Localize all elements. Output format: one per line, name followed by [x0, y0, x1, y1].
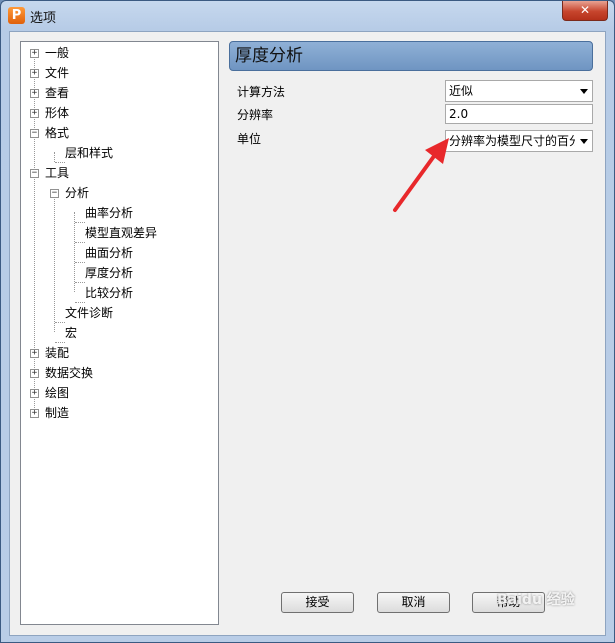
tree-item-label: 文件诊断	[65, 306, 114, 320]
options-dialog: P 选项 ✕ + 一般 + 文件 + 查看 + 形体 − 格式 层和样式 − 工…	[0, 0, 615, 643]
tree-line	[54, 192, 55, 332]
tree-line	[75, 222, 85, 223]
tree-item-label: 形体	[45, 106, 70, 120]
annotation-arrow-icon	[393, 138, 449, 212]
expand-icon[interactable]: +	[30, 89, 39, 98]
tree-item-label: 制造	[45, 406, 70, 420]
tree-item-label: 厚度分析	[85, 266, 134, 280]
unit-label: 单位	[237, 132, 262, 146]
app-logo-icon: P	[8, 7, 25, 24]
tree-item-macro[interactable]: 宏	[65, 323, 77, 343]
tree-line	[34, 52, 35, 412]
tree-line	[74, 212, 75, 292]
unit-value: 分辨率为模型尺寸的百分比	[449, 134, 575, 148]
tree-item-label: 曲面分析	[85, 246, 134, 260]
tree-item-layers-styles[interactable]: 层和样式	[65, 143, 113, 163]
tree-line	[54, 152, 55, 162]
window-title: 选项	[30, 11, 57, 26]
tree-line	[75, 262, 85, 263]
tree-item-label: 格式	[45, 126, 70, 140]
tree-item-label: 文件	[45, 66, 70, 80]
tree-item-file-diagnostics[interactable]: 文件诊断	[65, 303, 113, 323]
accept-button[interactable]: 接受	[281, 592, 354, 613]
tree-item-label: 一般	[45, 46, 70, 60]
expand-icon[interactable]: +	[30, 69, 39, 78]
collapse-icon[interactable]: −	[30, 129, 39, 138]
chevron-down-icon	[580, 139, 588, 144]
tree-item-label: 比较分析	[85, 286, 134, 300]
title-bar[interactable]: P 选项 ✕	[1, 1, 614, 31]
resolution-label: 分辨率	[237, 108, 274, 122]
tree-item-curvature[interactable]: 曲率分析	[85, 203, 133, 223]
tree-item-label: 模型直观差异	[85, 226, 158, 240]
tree-item-surface[interactable]: 曲面分析	[85, 243, 133, 263]
expand-icon[interactable]: +	[30, 49, 39, 58]
tree-item-model-diff[interactable]: 模型直观差异	[85, 223, 157, 243]
tree-line	[75, 242, 85, 243]
tree-item-label: 绘图	[45, 386, 70, 400]
tree-item-label: 装配	[45, 346, 70, 360]
cancel-button[interactable]: 取消	[377, 592, 450, 613]
expand-icon[interactable]: +	[30, 369, 39, 378]
expand-icon[interactable]: +	[30, 409, 39, 418]
expand-icon[interactable]: +	[30, 389, 39, 398]
unit-dropdown[interactable]: 分辨率为模型尺寸的百分比	[445, 130, 593, 152]
tree-line	[75, 282, 85, 283]
close-button[interactable]: ✕	[562, 1, 608, 21]
tree-item-label: 宏	[65, 326, 78, 340]
chevron-down-icon	[580, 89, 588, 94]
panel-title: 厚度分析	[229, 41, 593, 71]
dialog-body: + 一般 + 文件 + 查看 + 形体 − 格式 层和样式 − 工具 − 分析	[9, 31, 606, 636]
tree-item-label: 分析	[65, 186, 90, 200]
method-value: 近似	[449, 84, 474, 98]
method-dropdown[interactable]: 近似	[445, 80, 593, 102]
watermark: Baidu 经验	[497, 592, 575, 608]
collapse-icon[interactable]: −	[50, 189, 59, 198]
resolution-input[interactable]: 2.0	[445, 104, 593, 124]
tree-item-compare[interactable]: 比较分析	[85, 283, 133, 303]
tree-item-label: 层和样式	[65, 146, 114, 160]
tree-line	[55, 322, 65, 323]
tree-item-label: 工具	[45, 166, 70, 180]
expand-icon[interactable]: +	[30, 109, 39, 118]
tree-item-label: 曲率分析	[85, 206, 134, 220]
expand-icon[interactable]: +	[30, 349, 39, 358]
options-tree[interactable]: + 一般 + 文件 + 查看 + 形体 − 格式 层和样式 − 工具 − 分析	[20, 41, 219, 625]
tree-item-label: 查看	[45, 86, 70, 100]
tree-item-label: 数据交换	[45, 366, 94, 380]
collapse-icon[interactable]: −	[30, 169, 39, 178]
method-label: 计算方法	[237, 85, 286, 99]
tree-item-thickness[interactable]: 厚度分析	[85, 263, 133, 283]
